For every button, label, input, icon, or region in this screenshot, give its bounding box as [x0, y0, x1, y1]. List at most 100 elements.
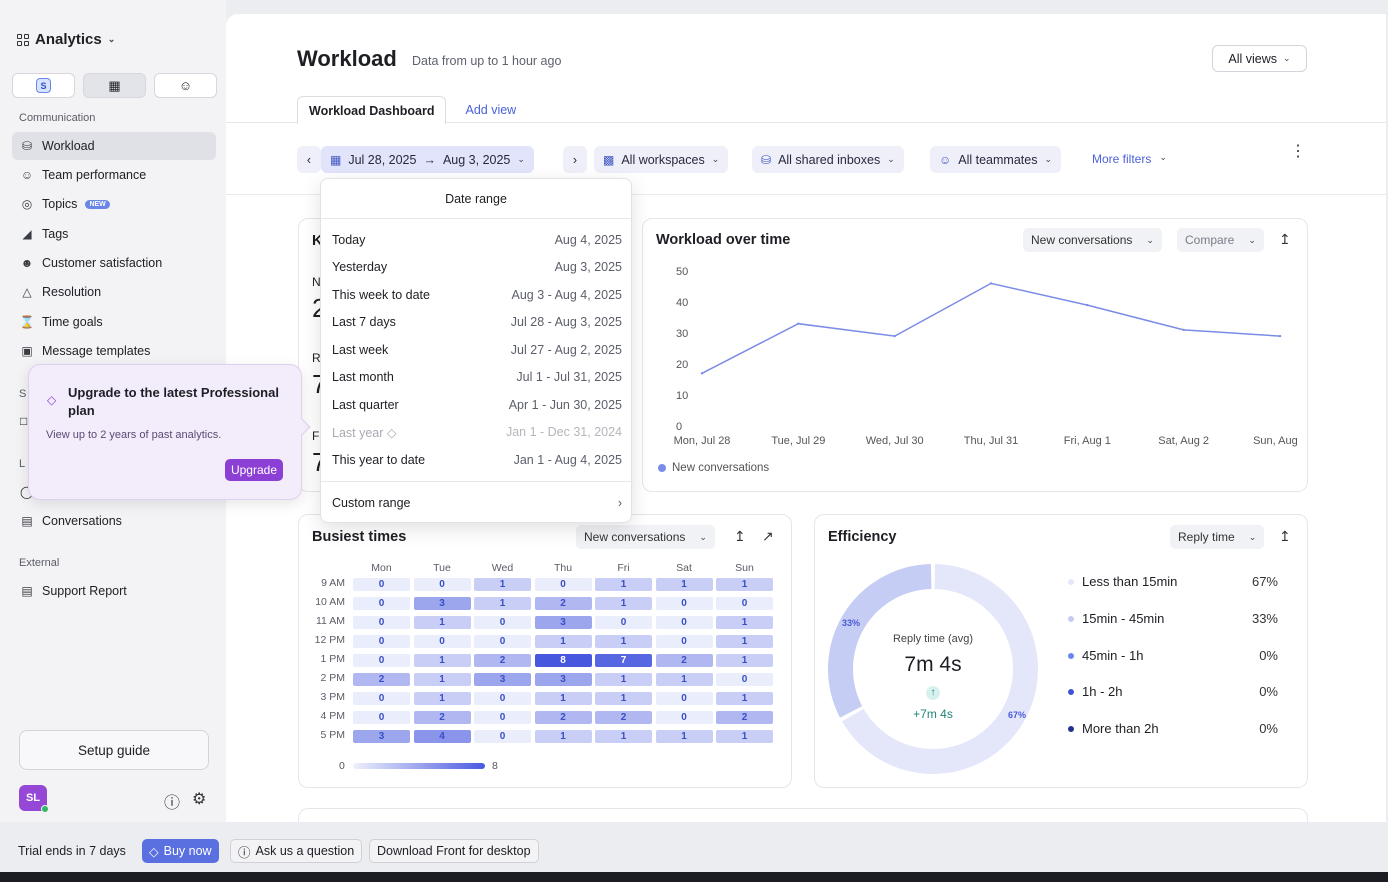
compare-select[interactable]: Compare ⌄ [1177, 228, 1264, 252]
sidebar-item-topics[interactable]: ◎ Topics NEW [12, 190, 216, 218]
date-range-button[interactable]: ▦ Jul 28, 2025 → Aug 3, 2025 ⌄ [321, 146, 534, 173]
heatmap-cell[interactable]: 1 [655, 578, 713, 591]
sidebar-item-tags[interactable]: ◢ Tags [12, 220, 216, 248]
more-filters-button[interactable]: More filters ⌄ [1092, 152, 1167, 166]
avatar[interactable]: SL [19, 785, 49, 813]
heatmap-cell[interactable]: 0 [474, 692, 531, 705]
views-dropdown[interactable]: All views ⌄ [1212, 45, 1307, 72]
heatmap-cell[interactable]: 0 [353, 711, 410, 724]
help-icon[interactable]: ⓘ [164, 789, 180, 813]
scope-company-button[interactable]: ▦ [83, 73, 146, 98]
sidebar-item-workload[interactable]: ⛁ Workload [12, 132, 216, 160]
sidebar-item-team-performance[interactable]: ☺ Team performance [12, 161, 216, 189]
upgrade-button[interactable]: Upgrade [224, 459, 283, 481]
heatmap-cell[interactable]: 0 [716, 673, 773, 686]
date-option-year-to-date[interactable]: This year to date Jan 1 - Aug 4, 2025 [332, 453, 622, 467]
heatmap-cell[interactable]: 0 [353, 578, 410, 591]
heatmap-cell[interactable]: 4 [413, 730, 471, 743]
heatmap-cell[interactable]: 0 [655, 692, 713, 705]
expand-icon[interactable]: ↗ [762, 528, 774, 545]
heatmap-cell[interactable]: 1 [716, 578, 773, 591]
date-prev-button[interactable]: ‹ [297, 146, 321, 173]
heatmap-cell[interactable]: 1 [595, 578, 652, 591]
heatmap-cell[interactable]: 3 [474, 673, 531, 686]
heatmap-cell[interactable]: 0 [353, 654, 410, 667]
date-option-this-week[interactable]: This week to date Aug 3 - Aug 4, 2025 [332, 288, 622, 302]
date-option-custom-range[interactable]: Custom range › [332, 496, 622, 510]
sidebar-item-conversations[interactable]: ▤ Conversations [12, 507, 216, 535]
efficiency-metric-select[interactable]: Reply time ⌄ [1170, 525, 1265, 549]
heatmap-cell[interactable]: 2 [353, 673, 410, 686]
sidebar-item-time-goals[interactable]: ⌛ Time goals [12, 308, 216, 336]
heatmap-cell[interactable]: 1 [595, 597, 652, 610]
inboxes-filter[interactable]: ⛁ All shared inboxes ⌄ [752, 146, 904, 173]
heatmap-cell[interactable]: 0 [474, 711, 531, 724]
date-next-button[interactable]: › [563, 146, 587, 173]
heatmap-cell[interactable]: 2 [413, 711, 471, 724]
heatmap-cell[interactable]: 1 [716, 730, 773, 743]
date-option-last-week[interactable]: Last week Jul 27 - Aug 2, 2025 [332, 343, 622, 357]
scope-personal-button[interactable]: ☺ [154, 73, 217, 98]
heatmap-cell[interactable]: 1 [413, 654, 471, 667]
heatmap-cell[interactable]: 1 [474, 597, 531, 610]
heatmap-cell[interactable]: 1 [534, 730, 592, 743]
heatmap-cell[interactable]: 0 [353, 692, 410, 705]
tab-add-view[interactable]: Add view [454, 96, 527, 124]
heatmap-cell[interactable]: 0 [413, 635, 471, 648]
heatmap-cell[interactable]: 1 [534, 635, 592, 648]
heatmap-cell[interactable]: 1 [716, 635, 773, 648]
heatmap-cell[interactable]: 1 [595, 692, 652, 705]
sidebar-item-customer-satisfaction[interactable]: ☻ Customer satisfaction [12, 249, 216, 277]
buy-now-button[interactable]: ◇ Buy now [142, 839, 219, 863]
heatmap-cell[interactable]: 2 [595, 711, 652, 724]
sidebar-item-resolution[interactable]: △ Resolution [12, 278, 216, 306]
ask-question-button[interactable]: ⓘ Ask us a question [230, 839, 363, 863]
heatmap-cell[interactable]: 2 [716, 711, 773, 724]
busiest-metric-select[interactable]: New conversations ⌄ [576, 525, 715, 549]
more-options-icon[interactable]: ⋮ [1290, 144, 1306, 160]
sidebar-item-message-templates[interactable]: ▣ Message templates [12, 337, 216, 365]
heatmap-cell[interactable]: 0 [413, 578, 471, 591]
heatmap-cell[interactable]: 1 [595, 635, 652, 648]
heatmap-cell[interactable]: 1 [413, 692, 471, 705]
heatmap-cell[interactable]: 1 [655, 730, 713, 743]
workspaces-filter[interactable]: ▩ All workspaces ⌄ [594, 146, 729, 173]
export-icon[interactable]: ↥ [1279, 528, 1291, 545]
tab-workload-dashboard[interactable]: Workload Dashboard [297, 96, 447, 124]
heatmap-cell[interactable]: 1 [716, 654, 773, 667]
teammates-filter[interactable]: ☺ All teammates ⌄ [930, 146, 1062, 173]
setup-guide-button[interactable]: Setup guide [19, 730, 209, 770]
export-icon[interactable]: ↥ [734, 528, 746, 545]
heatmap-cell[interactable]: 2 [534, 711, 592, 724]
heatmap-cell[interactable]: 1 [413, 616, 471, 629]
heatmap-cell[interactable]: 0 [474, 730, 531, 743]
export-icon[interactable]: ↥ [1279, 231, 1291, 248]
heatmap-cell[interactable]: 7 [595, 654, 652, 667]
heatmap-cell[interactable]: 1 [716, 692, 773, 705]
heatmap-cell[interactable]: 2 [655, 654, 713, 667]
date-option-last-quarter[interactable]: Last quarter Apr 1 - Jun 30, 2025 [332, 398, 622, 412]
app-switcher[interactable]: Analytics ⌄ [17, 31, 115, 48]
gear-icon[interactable]: ⚙ [192, 789, 206, 809]
heatmap-cell[interactable]: 0 [595, 616, 652, 629]
date-option-yesterday[interactable]: Yesterday Aug 3, 2025 [332, 260, 622, 274]
heatmap-cell[interactable]: 1 [534, 692, 592, 705]
heatmap-cell[interactable]: 0 [655, 616, 713, 629]
heatmap-cell[interactable]: 1 [595, 673, 652, 686]
heatmap-cell[interactable]: 1 [474, 578, 531, 591]
metric-select[interactable]: New conversations ⌄ [1023, 228, 1162, 252]
date-option-last-month[interactable]: Last month Jul 1 - Jul 31, 2025 [332, 370, 622, 384]
date-option-today[interactable]: Today Aug 4, 2025 [332, 233, 622, 247]
heatmap-cell[interactable]: 1 [655, 673, 713, 686]
heatmap-cell[interactable]: 0 [655, 635, 713, 648]
heatmap-cell[interactable]: 3 [413, 597, 471, 610]
scope-shared-button[interactable]: S [12, 73, 75, 98]
download-desktop-button[interactable]: Download Front for desktop [369, 839, 539, 863]
heatmap-cell[interactable]: 3 [534, 616, 592, 629]
sidebar-item-support-report[interactable]: ▤ Support Report [12, 577, 216, 605]
heatmap-cell[interactable]: 0 [534, 578, 592, 591]
heatmap-cell[interactable]: 0 [474, 635, 531, 648]
heatmap-cell[interactable]: 0 [353, 597, 410, 610]
heatmap-cell[interactable]: 1 [716, 616, 773, 629]
heatmap-cell[interactable]: 0 [655, 711, 713, 724]
